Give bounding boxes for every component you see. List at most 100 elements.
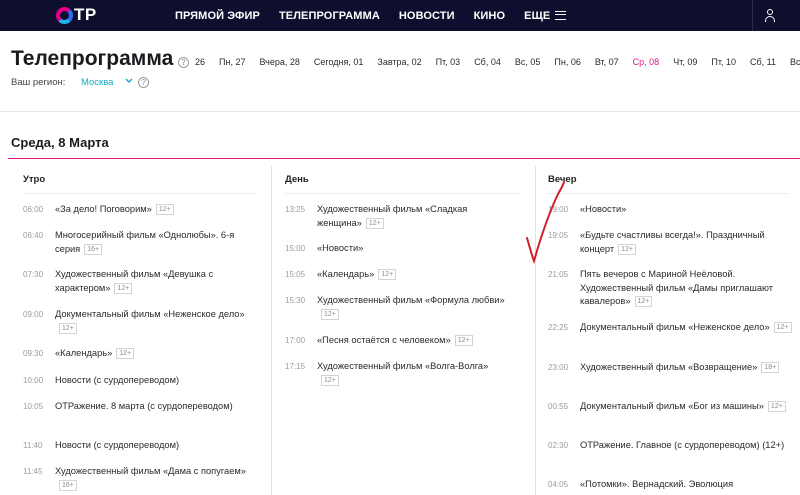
program-time: 00:55 <box>548 402 569 411</box>
program-row[interactable]: 10:05 ОТРажение. 8 марта (с сурдопереводо… <box>23 400 261 440</box>
program-title[interactable]: Новости (с сурдопереводом) <box>55 440 179 450</box>
program-row[interactable]: 22:25 Документальный фильм «Неженское дел… <box>548 321 792 361</box>
program-title[interactable]: Многосерийный фильм «Однолюбы». 6-я сери… <box>55 230 234 254</box>
nav-cinema[interactable]: КИНО <box>474 10 506 22</box>
logo-text: TP <box>74 5 97 24</box>
program-row[interactable]: 04:05 «Потомки». Вернадский. Эволюция <box>548 478 792 495</box>
program-row[interactable]: 09:00 Документальный фильм «Неженское дел… <box>23 308 261 348</box>
program-title[interactable]: Пять вечеров с Мариной Неёловой. Художес… <box>580 269 773 306</box>
date-tab[interactable]: Пт, 03 <box>436 57 461 67</box>
date-tab[interactable]: Пн, 06 <box>554 57 580 67</box>
column-heading-morning: Утро <box>23 174 46 185</box>
program-row[interactable]: 19:05 «Будьте счастливы всегда!». Праздни… <box>548 229 792 269</box>
nav-live[interactable]: ПРЯМОЙ ЭФИР <box>175 10 260 22</box>
user-account-icon[interactable] <box>763 9 777 23</box>
program-time: 17:15 <box>285 362 306 371</box>
chevron-down-icon[interactable] <box>125 76 133 86</box>
help-icon[interactable]: ? <box>178 57 189 68</box>
program-time: 15:30 <box>285 296 306 305</box>
program-time: 09:00 <box>23 310 44 319</box>
program-title[interactable]: «Новости» <box>317 243 363 253</box>
age-rating-badge: 12+ <box>59 322 77 334</box>
age-rating-badge: 12+ <box>321 308 339 320</box>
program-title[interactable]: Художественный фильм «Сладкая женщина» <box>317 204 467 228</box>
program-title[interactable]: ОТРажение. Главное (с сурдопереводом) (1… <box>580 440 784 450</box>
program-time: 17:00 <box>285 336 306 345</box>
nav-tv-schedule[interactable]: ТЕЛЕПРОГРАММА <box>279 10 380 22</box>
program-row[interactable]: 13:25 Художественный фильм «Сладкая женщи… <box>285 203 507 243</box>
program-title[interactable]: Художественный фильм «Девушка с характер… <box>55 269 213 293</box>
program-title[interactable]: Художественный фильм «Волга-Волга» <box>317 361 488 371</box>
date-tab[interactable]: Вс <box>790 57 800 67</box>
program-time: 11:45 <box>23 467 43 476</box>
age-rating-badge: 12+ <box>116 348 135 359</box>
program-title[interactable]: «Потомки». Вернадский. Эволюция <box>580 479 733 489</box>
program-time: 21:05 <box>548 270 569 279</box>
program-title[interactable]: ОТРажение. 8 марта (с сурдопереводом) <box>55 401 233 411</box>
hamburger-menu-icon <box>555 11 567 20</box>
date-tab[interactable]: Завтра, 02 <box>377 57 421 67</box>
date-tab[interactable]: Вт, 07 <box>595 57 619 67</box>
nav-divider <box>752 0 753 31</box>
age-rating-badge: 12+ <box>114 282 133 294</box>
program-title[interactable]: Документальный фильм «Неженское дело» <box>55 309 245 319</box>
program-title[interactable]: Документальный фильм «Неженское дело» <box>580 322 770 332</box>
otr-logo[interactable]: TP <box>56 5 97 25</box>
program-time: 02:30 <box>548 441 569 450</box>
program-row[interactable]: 11:45 Художественный фильм «Дама с попуга… <box>23 465 261 495</box>
program-title[interactable]: «За дело! Поговорим» <box>55 204 152 214</box>
date-tab[interactable]: Пн, 27 <box>219 57 245 67</box>
date-tab[interactable]: Чт, 09 <box>673 57 697 67</box>
date-selector: 26 Пн, 27 Вчера, 28 Сегодня, 01 Завтра, 02 Пт… <box>195 57 800 67</box>
nav-more-label: ЕЩЕ <box>524 9 551 22</box>
age-rating-badge: 12+ <box>634 296 653 308</box>
program-title[interactable]: Документальный фильм «Бог из машины» <box>580 401 764 411</box>
program-row[interactable]: 02:30 ОТРажение. Главное (с сурдопереводо… <box>548 439 792 479</box>
date-tab[interactable]: Вс, 05 <box>515 57 541 67</box>
program-title[interactable]: Художественный фильм «Дама с попугаем» <box>55 466 246 476</box>
region-help-icon[interactable]: ? <box>138 77 149 88</box>
program-time: 09:30 <box>23 349 44 358</box>
program-row[interactable]: 23:00 Художественный фильм «Возвращение» 1… <box>548 361 792 401</box>
date-tab[interactable]: Вчера, 28 <box>259 57 299 67</box>
date-tab[interactable]: Сегодня, 01 <box>314 57 364 67</box>
age-rating-badge: 18+ <box>761 362 780 373</box>
nav-more[interactable]: ЕЩЕ <box>524 9 567 22</box>
program-title[interactable]: Художественный фильм «Возвращение» <box>580 362 757 372</box>
program-time: 22:25 <box>548 323 569 332</box>
region-select[interactable]: Москва <box>81 77 113 88</box>
program-title[interactable]: «Новости» <box>580 204 626 214</box>
age-rating-badge: 16+ <box>84 243 103 255</box>
top-nav-bar: TP ПРЯМОЙ ЭФИР ТЕЛЕПРОГРАММА НОВОСТИ КИН… <box>0 0 800 31</box>
age-rating-badge: 12+ <box>155 204 174 215</box>
program-title[interactable]: Новости (с сурдопереводом) <box>55 375 179 385</box>
program-title[interactable]: «Будьте счастливы всегда!». Праздничный … <box>580 230 765 254</box>
program-row[interactable]: 15:30 Художественный фильм «Формула любви… <box>285 294 507 334</box>
nav-news[interactable]: НОВОСТИ <box>399 10 455 22</box>
age-rating-badge: 12+ <box>378 269 397 280</box>
program-row[interactable]: 17:15 Художественный фильм «Волга-Волга» 1… <box>285 360 507 400</box>
date-tab[interactable]: Сб, 11 <box>750 57 776 67</box>
program-time: 10:00 <box>23 376 44 385</box>
program-time: 07:30 <box>23 270 44 279</box>
program-row[interactable]: 00:55 Документальный фильм «Бог из машины… <box>548 400 792 440</box>
date-tab[interactable]: Пт, 10 <box>711 57 736 67</box>
program-time: 15:00 <box>285 244 306 253</box>
program-time: 06:40 <box>23 231 44 240</box>
program-title[interactable]: «Песня остаётся с человеком» <box>317 335 451 345</box>
date-tab[interactable]: Сб, 04 <box>474 57 501 67</box>
program-row[interactable]: 21:05 Пять вечеров с Мариной Неёловой. Ху… <box>548 268 792 308</box>
age-rating-badge: 12+ <box>767 401 786 412</box>
logo-ring-icon <box>56 6 73 24</box>
day-underline <box>8 158 800 159</box>
date-tab[interactable]: Ср, 08 <box>633 57 660 67</box>
header-separator <box>0 111 800 112</box>
program-row[interactable]: 06:40 Многосерийный фильм «Однолюбы». 6-я… <box>23 229 261 269</box>
program-title[interactable]: Художественный фильм «Формула любви» <box>317 295 505 305</box>
column-separator <box>271 166 272 495</box>
program-title[interactable]: «Календарь» <box>55 348 112 358</box>
program-title[interactable]: «Календарь» <box>317 269 374 279</box>
program-row[interactable]: 07:30 Художественный фильм «Девушка с хар… <box>23 268 261 308</box>
date-tab[interactable]: 26 <box>195 57 205 67</box>
age-rating-badge: 12+ <box>365 217 384 229</box>
